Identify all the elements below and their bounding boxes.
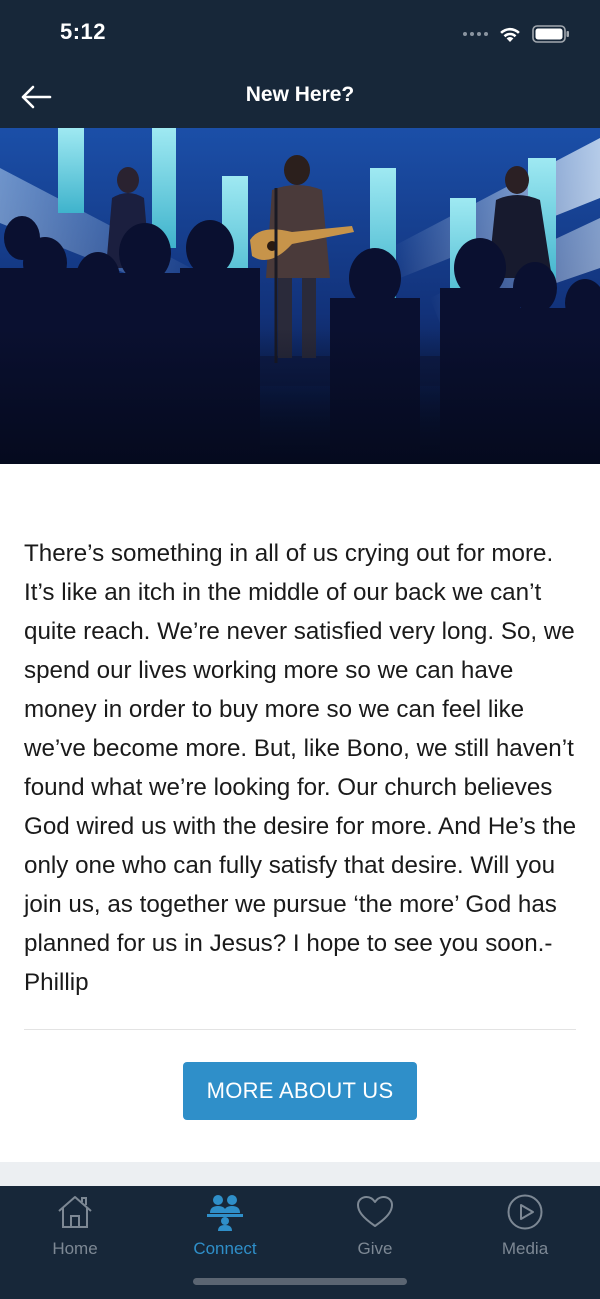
content-card: There’s something in all of us crying ou… [0,464,600,1162]
tab-media[interactable]: Media [450,1192,600,1262]
more-about-us-button[interactable]: MORE ABOUT US [183,1062,417,1120]
worship-band-photo [0,128,600,464]
tab-home-label: Home [52,1239,98,1258]
tab-bar: Home Connect Give Media [0,1186,600,1299]
home-indicator[interactable] [193,1278,407,1285]
tab-give-label: Give [357,1239,393,1258]
tab-connect[interactable]: Connect [150,1192,300,1262]
hero-image [0,128,600,464]
home-icon [55,1192,95,1232]
tab-home[interactable]: Home [0,1192,150,1262]
page-title: New Here? [245,83,355,106]
battery-icon [532,25,569,43]
status-time: 5:12 [60,19,107,44]
welcome-message: There’s something in all of us crying ou… [24,540,577,996]
status-bar: 5:12 [0,0,600,66]
status-icons [463,22,570,46]
heart-icon [355,1192,395,1232]
app-screen: 5:12 New Here? There’s something in all … [0,0,600,1299]
play-circle-icon [505,1192,545,1232]
divider [24,1029,576,1030]
tab-media-label: Media [501,1239,549,1258]
content-separator [0,1162,600,1186]
people-icon [205,1192,245,1232]
cellular-signal-icon [463,32,488,36]
tab-give[interactable]: Give [300,1192,450,1262]
tab-connect-label: Connect [193,1239,257,1258]
navigation-bar: New Here? [0,66,600,128]
wifi-icon [500,27,520,42]
